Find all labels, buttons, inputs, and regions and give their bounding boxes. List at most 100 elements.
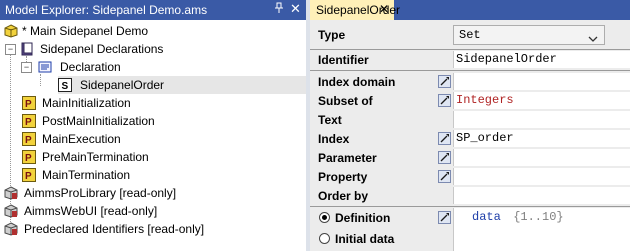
- collapse-toggle[interactable]: −: [21, 62, 32, 73]
- tab-strip: SidepanelOrder ✕: [310, 0, 630, 20]
- tree-node-label: MainTermination: [42, 168, 131, 182]
- parameter-row: Parameter: [310, 148, 630, 167]
- svg-text:P: P: [25, 153, 32, 164]
- separator: [310, 49, 630, 50]
- index-field[interactable]: SP_order: [453, 130, 630, 147]
- svg-text:S: S: [62, 81, 69, 92]
- tree-node-postmaininitialization[interactable]: P PostMainInitialization: [0, 112, 306, 130]
- type-row: Type Set: [310, 22, 630, 48]
- procedure-p-icon: P: [22, 114, 36, 128]
- book-icon: [20, 42, 34, 56]
- parameter-label: Parameter: [318, 151, 377, 165]
- type-select[interactable]: Set: [453, 25, 605, 45]
- model-explorer-titlebar: Model Explorer: Sidepanel Demo.ams ✕: [0, 0, 306, 20]
- wizard-icon[interactable]: [438, 211, 451, 224]
- tree-node-sidepanelorder[interactable]: S SidepanelOrder: [58, 76, 306, 94]
- definition-radio-label[interactable]: Definition: [335, 211, 390, 225]
- subset-of-field[interactable]: Integers: [453, 92, 630, 109]
- definition-editor[interactable]: data {1..10}: [453, 208, 630, 251]
- wizard-icon[interactable]: [438, 170, 451, 183]
- tree-node-sidepanel-declarations[interactable]: − Sidepanel Declarations: [0, 40, 306, 58]
- property-field[interactable]: [453, 168, 630, 185]
- property-row: Property: [310, 167, 630, 186]
- index-domain-row: Index domain: [310, 72, 630, 91]
- wizard-icon[interactable]: [438, 75, 451, 88]
- text-field[interactable]: [453, 111, 630, 128]
- svg-text:P: P: [25, 117, 32, 128]
- tree-node-main-model[interactable]: * Main Sidepanel Demo: [0, 22, 306, 40]
- wizard-icon[interactable]: [438, 151, 451, 164]
- initial-data-radio[interactable]: [319, 233, 330, 244]
- tree-node-label: AimmsProLibrary [read-only]: [24, 186, 177, 200]
- tree-node-maintermination[interactable]: P MainTermination: [0, 166, 306, 184]
- index-domain-field[interactable]: [453, 73, 630, 90]
- type-label: Type: [318, 28, 346, 42]
- separator: [310, 70, 630, 71]
- collapse-toggle[interactable]: −: [5, 44, 16, 55]
- tree-node-premaintermination[interactable]: P PreMainTermination: [0, 148, 306, 166]
- procedure-p-icon: P: [22, 132, 36, 146]
- definition-keyword: data: [472, 210, 501, 224]
- tree-node-label: PostMainInitialization: [42, 114, 155, 128]
- type-select-value: Set: [459, 28, 481, 42]
- pin-icon[interactable]: [273, 2, 285, 17]
- text-row: Text: [310, 110, 630, 129]
- index-label: Index: [318, 132, 350, 146]
- tree-node-predeclared-identifiers[interactable]: Predeclared Identifiers [read-only]: [0, 220, 306, 238]
- identifier-label: Identifier: [318, 53, 369, 67]
- identifier-field[interactable]: SidepanelOrder: [453, 51, 630, 68]
- close-icon[interactable]: ✕: [290, 1, 301, 17]
- procedure-p-icon: P: [22, 168, 36, 182]
- procedure-p-icon: P: [22, 150, 36, 164]
- close-tab-icon[interactable]: ✕: [379, 2, 389, 16]
- definition-radio[interactable]: [319, 212, 330, 223]
- declaration-icon: [38, 60, 52, 74]
- wizard-icon[interactable]: [438, 132, 451, 145]
- procedure-p-icon: P: [22, 96, 36, 110]
- separator: [310, 206, 630, 207]
- wizard-icon[interactable]: [438, 94, 451, 107]
- tree-node-label: MainExecution: [42, 132, 121, 146]
- attribute-form-pane: SidepanelOrder ✕ Type Set Identifier Sid…: [310, 0, 630, 251]
- order-by-row: Order by: [310, 186, 630, 205]
- index-row: Index SP_order: [310, 129, 630, 148]
- chevron-down-icon: [588, 32, 598, 46]
- order-by-label: Order by: [318, 189, 369, 203]
- tree-node-aimmsprolibrary[interactable]: AimmsProLibrary [read-only]: [0, 184, 306, 202]
- property-label: Property: [318, 170, 368, 184]
- tree-node-label: Sidepanel Declarations: [40, 42, 164, 56]
- model-icon: [4, 24, 18, 38]
- definition-body: {1..10}: [506, 210, 564, 224]
- definition-row: Definition Initial data data {1..10}: [310, 208, 630, 251]
- tree-node-label: PreMainTermination: [42, 150, 149, 164]
- tab-sidepanelorder[interactable]: SidepanelOrder ✕: [310, 0, 400, 20]
- text-label: Text: [318, 113, 342, 127]
- tree-node-label: Declaration: [60, 60, 121, 74]
- svg-text:P: P: [25, 135, 32, 146]
- index-domain-label: Index domain: [318, 75, 396, 89]
- model-explorer-title: Model Explorer: Sidepanel Demo.ams: [5, 3, 208, 17]
- library-icon: [4, 204, 18, 218]
- parameter-field[interactable]: [453, 149, 630, 166]
- tree-node-label: MainInitialization: [42, 96, 131, 110]
- initial-data-radio-label[interactable]: Initial data: [335, 232, 394, 246]
- tree-node-declaration[interactable]: − Declaration: [0, 58, 306, 76]
- svg-text:P: P: [25, 171, 32, 182]
- order-by-field[interactable]: [453, 187, 630, 204]
- tree-node-label: SidepanelOrder: [80, 78, 165, 92]
- radio-selected-dot: [322, 215, 327, 220]
- set-s-icon: S: [58, 78, 72, 92]
- tree-node-label: AimmsWebUI [read-only]: [24, 204, 158, 218]
- tree-node-mainexecution[interactable]: P MainExecution: [0, 130, 306, 148]
- model-explorer-pane: Model Explorer: Sidepanel Demo.ams ✕ * M…: [0, 0, 306, 251]
- subset-of-label: Subset of: [318, 94, 373, 108]
- subset-of-row: Subset of Integers: [310, 91, 630, 110]
- tree-node-aimmswebui[interactable]: AimmsWebUI [read-only]: [0, 202, 306, 220]
- tree-node-maininitialization[interactable]: P MainInitialization: [0, 94, 306, 112]
- identifier-row: Identifier SidepanelOrder: [310, 51, 630, 70]
- library-icon: [4, 222, 18, 236]
- tree-node-label: * Main Sidepanel Demo: [22, 24, 149, 38]
- library-icon: [4, 186, 18, 200]
- tree-node-label: Predeclared Identifiers [read-only]: [24, 222, 205, 236]
- svg-text:P: P: [25, 99, 32, 110]
